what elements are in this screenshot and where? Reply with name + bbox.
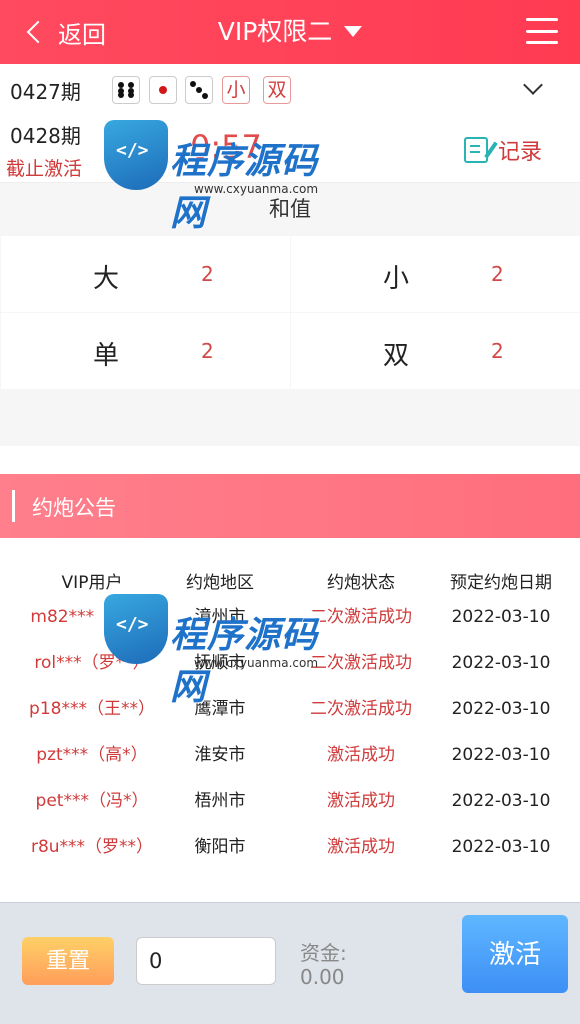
row-status: 二次激活成功: [310, 653, 412, 673]
table-row: r8u***（罗**） 衡阳市 激活成功 2022-03-10: [0, 824, 580, 870]
top-bar: 返回 VIP权限二: [0, 0, 580, 64]
bet-panel: 和值 大 2 小 2 单 2 双 2: [0, 182, 580, 446]
row-region: 梧州市: [194, 791, 246, 811]
row-region: 鹰潭市: [194, 699, 246, 719]
bet-option-name: 单: [93, 341, 120, 371]
last-period-number: 0427期: [10, 80, 81, 104]
bet-option-odd[interactable]: 单 2: [1, 313, 290, 389]
fund-value: 0.00: [300, 965, 345, 989]
chevron-down-icon[interactable]: [523, 75, 543, 95]
row-user: p18***（王**）: [29, 699, 155, 719]
activate-button[interactable]: 激活: [462, 915, 568, 993]
row-user: m82***（白*）: [30, 607, 154, 627]
hamburger-icon-line: [526, 41, 558, 44]
row-date: 2022-03-10: [451, 653, 551, 673]
menu-button[interactable]: [526, 18, 558, 44]
page-title-text: VIP权限二: [217, 17, 333, 46]
row-user: pet***（冯*）: [35, 791, 149, 811]
notice-banner: 约炮公告: [0, 474, 580, 538]
row-user: rol***（罗**）: [34, 653, 150, 673]
bottom-action-bar: 重置 资金: 0.00 激活: [0, 902, 580, 1024]
period-status: 截止激活: [6, 158, 83, 180]
row-user: pzt***（高*）: [36, 745, 148, 765]
countdown-timer: 0:57: [190, 128, 262, 166]
bet-option-big[interactable]: 大 2: [1, 236, 290, 312]
bet-option-name: 大: [93, 264, 120, 294]
reset-button[interactable]: 重置: [22, 937, 114, 985]
page-title[interactable]: VIP权限二: [0, 14, 580, 50]
table-row: p18***（王**） 鹰潭市 二次激活成功 2022-03-10: [0, 686, 580, 732]
table-row: pzt***（高*） 淮安市 激活成功 2022-03-10: [0, 732, 580, 778]
hamburger-icon-line: [526, 29, 558, 33]
hamburger-icon-line: [526, 18, 558, 21]
row-region: 抚顺市: [194, 653, 246, 673]
result-tag-parity: 双: [263, 76, 291, 104]
edit-note-icon: [463, 137, 488, 163]
row-date: 2022-03-10: [451, 745, 551, 765]
table-row: m82***（白*） 漳州市 二次激活成功 2022-03-10: [0, 594, 580, 640]
bet-option-odds: 2: [201, 262, 214, 286]
row-date: 2022-03-10: [451, 607, 551, 627]
row-region: 淮安市: [194, 745, 246, 765]
row-date: 2022-03-10: [451, 699, 551, 719]
record-button[interactable]: 记录: [463, 134, 542, 166]
record-label: 记录: [497, 140, 542, 165]
last-period-result: 0427期 小 双: [0, 64, 580, 116]
sum-label: 和值: [269, 197, 311, 221]
triangle-down-icon: [344, 25, 363, 37]
current-period: 0428期 截止激活 0:57 记录: [0, 116, 580, 182]
bet-option-even[interactable]: 双 2: [291, 313, 580, 389]
table-row: pet***（冯*） 梧州市 激活成功 2022-03-10: [0, 778, 580, 824]
row-status: 二次激活成功: [310, 699, 412, 719]
notice-table: VIP用户 约炮地区 约炮状态 预定约炮日期 m82***（白*） 漳州市 二次…: [0, 560, 580, 860]
row-region: 漳州市: [194, 607, 246, 627]
row-user: r8u***（罗**）: [30, 837, 154, 857]
bet-option-name: 双: [383, 341, 410, 371]
row-region: 衡阳市: [194, 837, 246, 857]
notice-accent-bar: [12, 490, 15, 522]
row-date: 2022-03-10: [451, 837, 551, 857]
dice-three-icon: [185, 76, 213, 104]
bet-option-name: 小: [383, 264, 410, 294]
result-tag-size: 小: [222, 76, 250, 104]
dice-four-icon: [112, 76, 140, 104]
bet-option-odds: 2: [201, 339, 214, 363]
row-status: 二次激活成功: [310, 607, 412, 627]
amount-input[interactable]: [136, 937, 276, 985]
fund-label: 资金:: [300, 941, 347, 965]
bet-option-small[interactable]: 小 2: [291, 236, 580, 312]
table-row: rol***（罗**） 抚顺市 二次激活成功 2022-03-10: [0, 640, 580, 686]
row-status: 激活成功: [327, 745, 395, 765]
bet-option-odds: 2: [491, 339, 504, 363]
bet-option-odds: 2: [491, 262, 504, 286]
row-status: 激活成功: [327, 837, 395, 857]
row-status: 激活成功: [327, 791, 395, 811]
current-period-number: 0428期: [10, 124, 81, 148]
row-date: 2022-03-10: [451, 791, 551, 811]
notice-title: 约炮公告: [32, 496, 116, 520]
dice-one-icon: [149, 76, 177, 104]
